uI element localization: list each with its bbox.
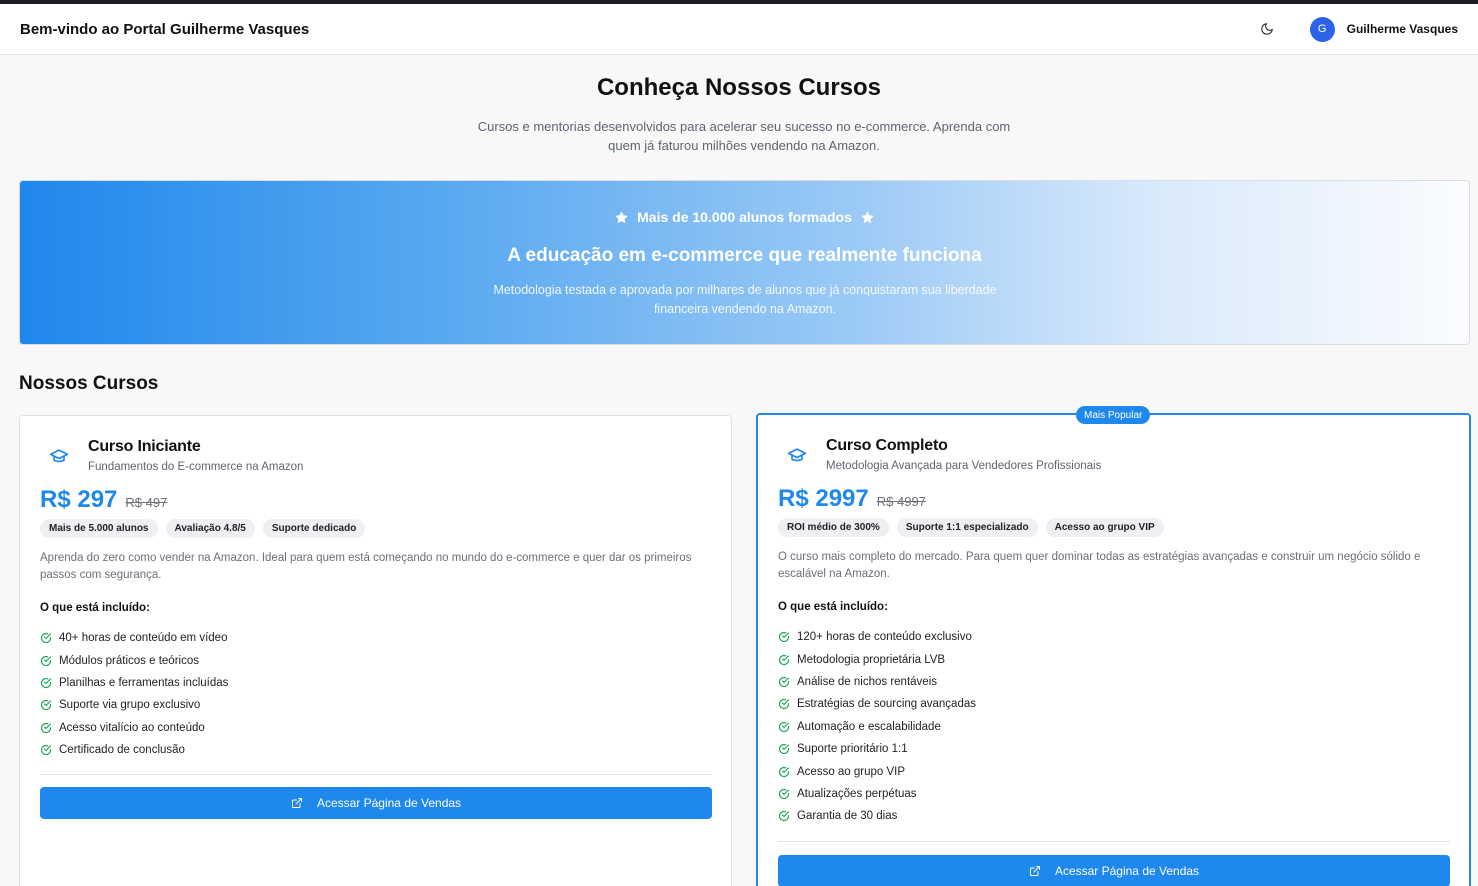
external-link-icon: [291, 797, 303, 809]
feature-text: Módulos práticos e teóricos: [59, 654, 199, 667]
feature-text: Atualizações perpétuas: [797, 787, 917, 800]
check-circle-icon: [778, 676, 790, 688]
user-name[interactable]: Guilherme Vasques: [1347, 22, 1458, 36]
course-tag: ROI médio de 300%: [778, 518, 889, 537]
header-title: Bem-vindo ao Portal Guilherme Vasques: [20, 20, 310, 38]
page-title: Conheça Nossos Cursos: [596, 74, 882, 101]
check-circle-icon: [40, 699, 52, 711]
course-tag: Avaliação 4.8/5: [165, 519, 255, 538]
course-tag: Mais de 5.000 alunos: [40, 519, 158, 538]
list-item: Suporte via grupo exclusivo: [40, 694, 228, 716]
sales-page-button[interactable]: Acessar Página de Vendas: [778, 855, 1450, 886]
check-circle-icon: [40, 744, 52, 756]
feature-text: Automação e escalabilidade: [797, 720, 941, 733]
popular-badge: Mais Popular: [1076, 406, 1151, 424]
course-price: R$ 297: [40, 486, 118, 513]
external-link-icon: [1029, 865, 1041, 877]
check-circle-icon: [778, 654, 790, 666]
hero-badge-text: Mais de 10.000 alunos formados: [637, 209, 852, 225]
hero-text: Metodologia testada e aprovada por milha…: [493, 283, 997, 316]
feature-text: Análise de nichos rentáveis: [797, 675, 937, 688]
sales-page-button[interactable]: Acessar Página de Vendas: [40, 787, 712, 819]
list-item: Metodologia proprietária LVB: [778, 648, 976, 670]
hero-banner: Mais de 10.000 alunos formados A educaçã…: [19, 180, 1470, 345]
check-circle-icon: [40, 722, 52, 734]
course-tag: Acesso ao grupo VIP: [1045, 518, 1164, 537]
course-card-iniciante: Curso Iniciante Fundamentos do E-commerc…: [19, 415, 732, 886]
course-subtitle: Metodologia Avançada para Vendedores Pro…: [826, 460, 1102, 472]
check-circle-icon: [778, 698, 790, 710]
feature-text: Suporte prioritário 1:1: [797, 743, 908, 756]
included-label: O que está incluído:: [40, 602, 150, 614]
course-tags: Mais de 5.000 alunos Avaliação 4.8/5 Sup…: [40, 519, 373, 538]
list-item: Atualizações perpétuas: [778, 783, 976, 805]
feature-text: 120+ horas de conteúdo exclusivo: [797, 631, 972, 644]
list-item: 40+ horas de conteúdo em vídeo: [40, 627, 228, 649]
app-header: Bem-vindo ao Portal Guilherme Vasques G …: [0, 4, 1478, 55]
check-circle-icon: [40, 677, 52, 689]
check-circle-icon: [778, 766, 790, 778]
feature-text: Garantia de 30 dias: [797, 810, 898, 823]
feature-text: Acesso ao grupo VIP: [797, 765, 906, 778]
course-card-completo: Mais Popular Curso Completo Metodologia …: [756, 406, 1471, 886]
feature-text: Acesso vitalício ao conteúdo: [59, 721, 205, 734]
list-item: Garantia de 30 dias: [778, 805, 976, 827]
list-item: Estratégias de sourcing avançadas: [778, 693, 976, 715]
course-subtitle: Fundamentos do E-commerce na Amazon: [88, 461, 304, 473]
check-circle-icon: [40, 655, 52, 667]
header-actions: G Guilherme Vasques: [1253, 15, 1458, 43]
feature-list: 40+ horas de conteúdo em vídeo Módulos p…: [40, 627, 228, 761]
check-circle-icon: [778, 631, 790, 643]
sales-page-button-label: Acessar Página de Vendas: [1054, 864, 1200, 878]
feature-text: Planilhas e ferramentas incluídas: [59, 676, 229, 689]
sales-page-button-label: Acessar Página de Vendas: [316, 796, 462, 810]
moon-icon: [1260, 23, 1273, 35]
list-item: Acesso ao grupo VIP: [778, 760, 976, 782]
course-old-price: R$ 497: [125, 495, 168, 510]
check-circle-icon: [778, 788, 790, 800]
list-item: Certificado de conclusão: [40, 739, 228, 761]
list-item: 120+ horas de conteúdo exclusivo: [778, 626, 976, 648]
price-row: R$ 2997 R$ 4997: [778, 485, 926, 513]
avatar[interactable]: G: [1309, 16, 1335, 42]
feature-text: Certificado de conclusão: [59, 744, 185, 757]
check-circle-icon: [778, 743, 790, 755]
theme-toggle-button[interactable]: [1253, 15, 1281, 43]
course-old-price: R$ 4997: [876, 494, 926, 509]
star-icon: [614, 210, 629, 225]
check-circle-icon: [40, 632, 52, 644]
list-item: Acesso vitalício ao conteúdo: [40, 717, 228, 739]
course-name: Curso Iniciante: [88, 438, 201, 455]
divider: [40, 774, 712, 775]
graduation-cap-icon: [49, 446, 69, 471]
check-circle-icon: [778, 810, 790, 822]
course-description: Aprenda do zero como vender na Amazon. I…: [40, 552, 692, 581]
graduation-cap-icon: [787, 445, 807, 470]
divider: [778, 841, 1450, 842]
list-item: Planilhas e ferramentas incluídas: [40, 672, 228, 694]
star-icon: [860, 210, 875, 225]
feature-text: Estratégias de sourcing avançadas: [797, 698, 976, 711]
page-subtitle: Cursos e mentorias desenvolvidos para ac…: [477, 119, 1011, 153]
course-tag: Suporte dedicado: [262, 519, 366, 538]
feature-text: Suporte via grupo exclusivo: [59, 699, 201, 712]
feature-text: Metodologia proprietária LVB: [797, 653, 946, 666]
course-tag: Suporte 1:1 especializado: [896, 518, 1038, 537]
list-item: Módulos práticos e teóricos: [40, 649, 228, 671]
section-title: Nossos Cursos: [19, 373, 159, 394]
hero-title: A educação em e-commerce que realmente f…: [507, 245, 982, 266]
course-name: Curso Completo: [826, 437, 948, 454]
course-tags: ROI médio de 300% Suporte 1:1 especializ…: [778, 518, 1172, 537]
included-label: O que está incluído:: [778, 601, 888, 613]
list-item: Análise de nichos rentáveis: [778, 671, 976, 693]
course-description: O curso mais completo do mercado. Para q…: [778, 551, 1421, 580]
hero-badge: Mais de 10.000 alunos formados: [20, 209, 1469, 225]
check-circle-icon: [778, 721, 790, 733]
feature-text: 40+ horas de conteúdo em vídeo: [59, 632, 228, 645]
list-item: Suporte prioritário 1:1: [778, 738, 976, 760]
price-row: R$ 297 R$ 497: [40, 486, 167, 514]
course-price: R$ 2997: [778, 485, 869, 512]
feature-list: 120+ horas de conteúdo exclusivo Metodol…: [778, 626, 976, 828]
list-item: Automação e escalabilidade: [778, 716, 976, 738]
